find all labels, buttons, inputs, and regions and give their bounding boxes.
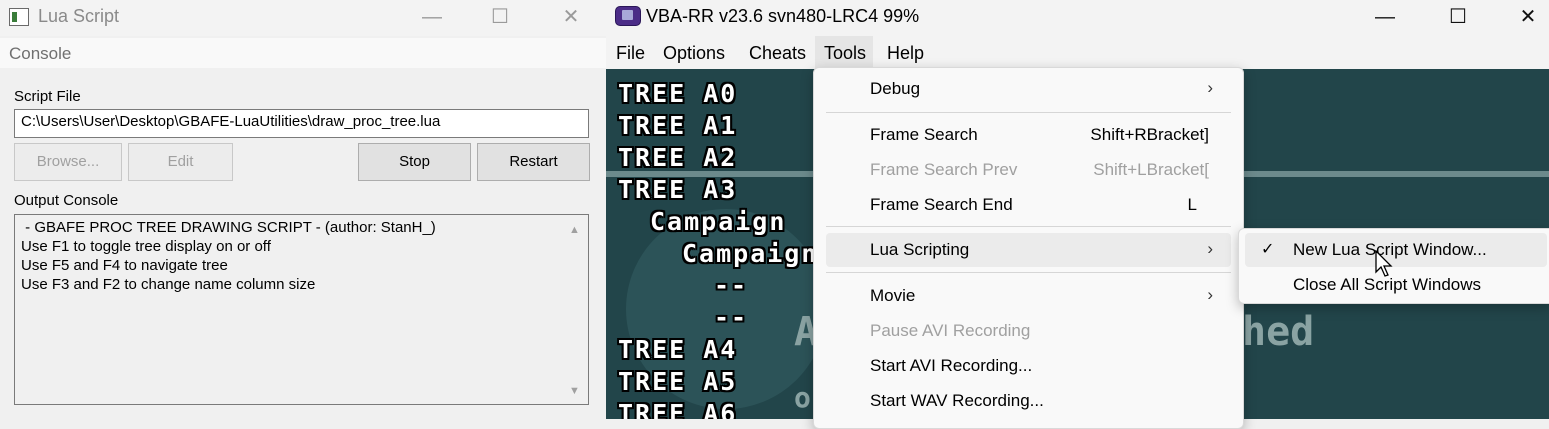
minimize-icon[interactable]: — [409, 0, 455, 36]
lua-window-title: Lua Script [38, 6, 120, 26]
tree-label: TREE A3 [618, 175, 738, 204]
menu-tools[interactable]: Tools [824, 43, 866, 64]
tree-label: Campaign [650, 207, 787, 236]
lua-app-icon [9, 8, 29, 26]
console-line: Use F1 to toggle tree display on or off [21, 238, 271, 255]
menu-item-label: Debug [870, 79, 921, 98]
menu-item-label: Frame Search End [870, 195, 1013, 214]
menu-item-shortcut: Shift+RBracket] [1090, 125, 1209, 144]
browse-button[interactable]: Browse... [14, 143, 122, 181]
menu-item-label: Movie [870, 286, 916, 305]
check-icon: ✓ [1261, 241, 1275, 258]
menu-item-label: Pause AVI Recording [870, 321, 1031, 340]
menu-separator [826, 226, 1231, 227]
console-line: - GBAFE PROC TREE DRAWING SCRIPT - (auth… [21, 219, 436, 236]
tree-label: TREE A1 [618, 111, 738, 140]
menu-options[interactable]: Options [663, 43, 725, 64]
menu-file[interactable]: File [616, 43, 645, 64]
lua-menu-bar: Console [0, 38, 606, 68]
menu-item-label: Frame Search Prev [870, 160, 1018, 179]
menu-item-frame-search[interactable]: Frame Search Shift+RBracket] [826, 118, 1231, 152]
output-console-label: Output Console [14, 192, 119, 209]
menu-item-label: Close All Script Windows [1293, 275, 1482, 294]
tree-label: TREE A6 [618, 399, 738, 419]
tree-label: TREE A0 [618, 79, 738, 108]
menu-item-lua-scripting[interactable]: Lua Scripting › [826, 233, 1231, 267]
menu-item-start-wav[interactable]: Start WAV Recording... [826, 384, 1231, 418]
menu-item-start-avi[interactable]: Start AVI Recording... [826, 349, 1231, 383]
menu-cheats[interactable]: Cheats [749, 43, 806, 64]
restart-button[interactable]: Restart [477, 143, 590, 181]
tree-label: -- [714, 303, 749, 332]
tree-label: TREE A5 [618, 367, 738, 396]
gba-icon [615, 6, 641, 26]
chevron-right-icon: › [1207, 239, 1213, 258]
minimize-icon[interactable]: — [1362, 0, 1408, 36]
close-icon[interactable]: ✕ [1505, 0, 1549, 36]
script-file-input[interactable]: C:\Users\User\Desktop\GBAFE-LuaUtilities… [14, 109, 589, 138]
chevron-right-icon: › [1207, 285, 1213, 304]
menu-help[interactable]: Help [887, 43, 924, 64]
tree-label: TREE A4 [618, 335, 738, 364]
lua-script-window: Lua Script — ☐ ✕ Console Script File C:\… [0, 0, 606, 419]
menu-item-movie[interactable]: Movie › [826, 279, 1231, 313]
scroll-up-icon[interactable]: ▲ [569, 224, 580, 236]
tree-label: Campaign [682, 239, 819, 268]
menu-item-debug[interactable]: Debug › [826, 72, 1231, 106]
menu-item-label: Start AVI Recording... [870, 356, 1033, 375]
background-text: hed [1242, 309, 1315, 355]
menu-separator [826, 112, 1231, 113]
menu-separator [826, 272, 1231, 273]
menu-item-close-all-script-windows[interactable]: Close All Script Windows [1245, 268, 1547, 302]
console-line: Use F3 and F2 to change name column size [21, 276, 316, 293]
menu-item-label: Frame Search [870, 125, 978, 144]
menu-item-shortcut: L [1187, 195, 1197, 214]
output-console[interactable]: - GBAFE PROC TREE DRAWING SCRIPT - (auth… [14, 214, 589, 405]
menu-item-shortcut: Shift+LBracket[ [1093, 160, 1209, 179]
menu-console[interactable]: Console [9, 44, 71, 64]
menu-item-frame-search-prev[interactable]: Frame Search Prev Shift+LBracket[ [826, 153, 1231, 187]
menu-item-pause-avi[interactable]: Pause AVI Recording [826, 314, 1231, 348]
script-file-label: Script File [14, 88, 81, 105]
vba-window-title: VBA-RR v23.6 svn480-LRC4 99% [646, 6, 920, 26]
maximize-icon[interactable]: ☐ [477, 0, 523, 36]
menu-item-new-lua-script-window[interactable]: ✓ New Lua Script Window... [1245, 233, 1547, 267]
menu-item-label: Lua Scripting [870, 240, 970, 259]
console-line: Use F5 and F4 to navigate tree [21, 257, 228, 274]
scroll-down-icon[interactable]: ▼ [569, 385, 580, 397]
background-text: o [794, 381, 811, 414]
chevron-right-icon: › [1207, 78, 1213, 97]
tools-dropdown-menu: Debug › Frame Search Shift+RBracket] Fra… [813, 67, 1244, 429]
menu-item-frame-search-end[interactable]: Frame Search End L [826, 188, 1231, 222]
edit-button[interactable]: Edit [128, 143, 233, 181]
vba-title-bar[interactable]: VBA-RR v23.6 svn480-LRC4 99% — ☐ ✕ [606, 0, 1549, 36]
vba-menu-bar [606, 36, 1549, 69]
stop-button[interactable]: Stop [358, 143, 471, 181]
tree-label: -- [714, 271, 749, 300]
tree-label: TREE A2 [618, 143, 738, 172]
lua-scripting-submenu: ✓ New Lua Script Window... Close All Scr… [1238, 228, 1549, 304]
lua-title-bar[interactable]: Lua Script — ☐ ✕ [0, 0, 606, 36]
menu-item-label: Start WAV Recording... [870, 391, 1044, 410]
close-icon[interactable]: ✕ [548, 0, 594, 36]
maximize-icon[interactable]: ☐ [1435, 0, 1481, 36]
mouse-cursor-icon [1375, 250, 1393, 277]
